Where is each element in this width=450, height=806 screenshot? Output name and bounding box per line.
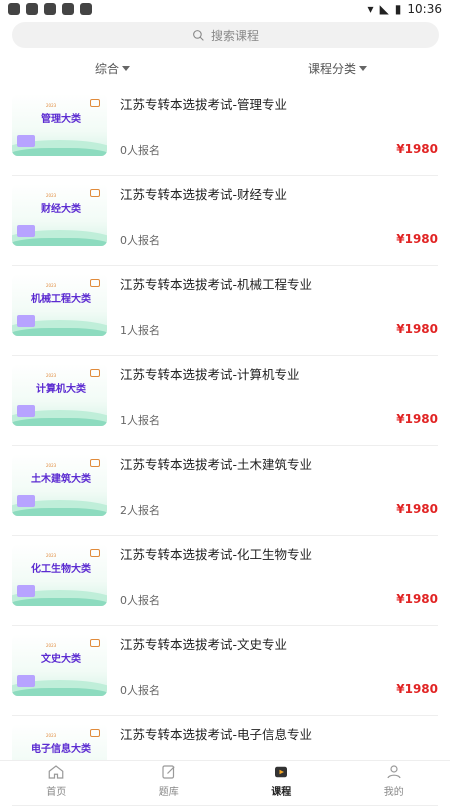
enroll-count: 0人报名	[120, 232, 160, 248]
tab-courses-label: 课程	[271, 783, 291, 798]
search-icon	[192, 29, 205, 42]
enroll-count: 1人报名	[120, 412, 160, 428]
course-price: ¥1980	[396, 592, 438, 606]
course-item[interactable]: 2023 土木建筑大类 江苏专转本选拔考试-土木建筑专业 2人报名 ¥1980	[12, 446, 438, 536]
status-bar: ▾ ◣ ▮ 10:36	[0, 0, 450, 18]
filter-sort[interactable]: 综合	[0, 56, 225, 80]
sync-icon	[26, 3, 38, 15]
thumbnail-label: 化工生物大类	[26, 560, 96, 575]
thumbnail-label: 财经大类	[26, 200, 96, 215]
course-thumbnail: 2023 财经大类	[12, 184, 107, 246]
course-item[interactable]: 2023 机械工程大类 江苏专转本选拔考试-机械工程专业 1人报名 ¥1980	[12, 266, 438, 356]
filter-bar: 综合 课程分类	[0, 56, 450, 80]
image-icon	[62, 3, 74, 15]
course-price: ¥1980	[396, 232, 438, 246]
course-thumbnail: 2023 文史大类	[12, 634, 107, 696]
font-icon	[80, 3, 92, 15]
filter-category-label: 课程分类	[308, 60, 356, 77]
course-item[interactable]: 2023 文史大类 江苏专转本选拔考试-文史专业 0人报名 ¥1980	[12, 626, 438, 716]
course-thumbnail: 2023 土木建筑大类	[12, 454, 107, 516]
edit-icon	[160, 763, 178, 781]
course-title: 江苏专转本选拔考试-财经专业	[120, 184, 287, 203]
thumbnail-label: 文史大类	[26, 650, 96, 665]
course-title: 江苏专转本选拔考试-文史专业	[120, 634, 287, 653]
course-item[interactable]: 2023 计算机大类 江苏专转本选拔考试-计算机专业 1人报名 ¥1980	[12, 356, 438, 446]
course-price: ¥1980	[396, 412, 438, 426]
course-thumbnail: 2023 机械工程大类	[12, 274, 107, 336]
course-item[interactable]: 2023 财经大类 江苏专转本选拔考试-财经专业 0人报名 ¥1980	[12, 176, 438, 266]
status-system: ▾ ◣ ▮ 10:36	[368, 2, 442, 16]
course-icon	[272, 763, 290, 781]
search-placeholder: 搜索课程	[211, 27, 259, 44]
course-thumbnail: 2023 计算机大类	[12, 364, 107, 426]
thumbnail-label: 管理大类	[26, 110, 96, 125]
course-price: ¥1980	[396, 142, 438, 156]
course-item[interactable]: 2023 化工生物大类 江苏专转本选拔考试-化工生物专业 0人报名 ¥1980	[12, 536, 438, 626]
tab-profile[interactable]: 我的	[338, 761, 450, 800]
thumbnail-label: 土木建筑大类	[26, 470, 96, 485]
course-price: ¥1980	[396, 682, 438, 696]
course-title: 江苏专转本选拔考试-化工生物专业	[120, 544, 312, 563]
course-price: ¥1980	[396, 502, 438, 516]
bottom-tab-bar: 首页 题库 课程 我的	[0, 760, 450, 800]
caret-down-icon	[359, 66, 367, 71]
sync-icon-2	[44, 3, 56, 15]
status-time: 10:36	[407, 2, 442, 16]
enroll-count: 0人报名	[120, 142, 160, 158]
filter-category[interactable]: 课程分类	[225, 56, 450, 80]
user-icon	[385, 763, 403, 781]
tab-question-bank-label: 题库	[159, 783, 179, 798]
home-icon	[47, 763, 65, 781]
course-title: 江苏专转本选拔考试-计算机专业	[120, 364, 300, 383]
status-notifications	[8, 3, 92, 15]
course-price: ¥1980	[396, 322, 438, 336]
thumbnail-label: 计算机大类	[26, 380, 96, 395]
course-title: 江苏专转本选拔考试-电子信息专业	[120, 724, 312, 743]
search-bar[interactable]: 搜索课程	[12, 22, 439, 48]
battery-icon: ▮	[395, 2, 402, 16]
thumbnail-label: 机械工程大类	[26, 290, 96, 305]
course-thumbnail: 2023 化工生物大类	[12, 544, 107, 606]
signal-icon: ◣	[380, 2, 389, 16]
filter-sort-label: 综合	[95, 60, 119, 77]
course-title: 江苏专转本选拔考试-管理专业	[120, 94, 287, 113]
enroll-count: 0人报名	[120, 682, 160, 698]
caret-down-icon	[122, 66, 130, 71]
enroll-count: 2人报名	[120, 502, 160, 518]
course-list: 2023 管理大类 江苏专转本选拔考试-管理专业 0人报名 ¥1980 2023…	[0, 86, 450, 806]
enroll-count: 1人报名	[120, 322, 160, 338]
app-notification-icon	[8, 3, 20, 15]
tab-question-bank[interactable]: 题库	[113, 761, 226, 800]
tab-courses[interactable]: 课程	[225, 761, 338, 800]
course-title: 江苏专转本选拔考试-机械工程专业	[120, 274, 312, 293]
course-thumbnail: 2023 管理大类	[12, 94, 107, 156]
thumbnail-label: 电子信息大类	[26, 740, 96, 755]
tab-home[interactable]: 首页	[0, 761, 113, 800]
enroll-count: 0人报名	[120, 592, 160, 608]
wifi-icon: ▾	[368, 2, 374, 16]
course-title: 江苏专转本选拔考试-土木建筑专业	[120, 454, 312, 473]
tab-home-label: 首页	[46, 783, 66, 798]
course-item[interactable]: 2023 管理大类 江苏专转本选拔考试-管理专业 0人报名 ¥1980	[12, 86, 438, 176]
tab-profile-label: 我的	[384, 783, 404, 798]
